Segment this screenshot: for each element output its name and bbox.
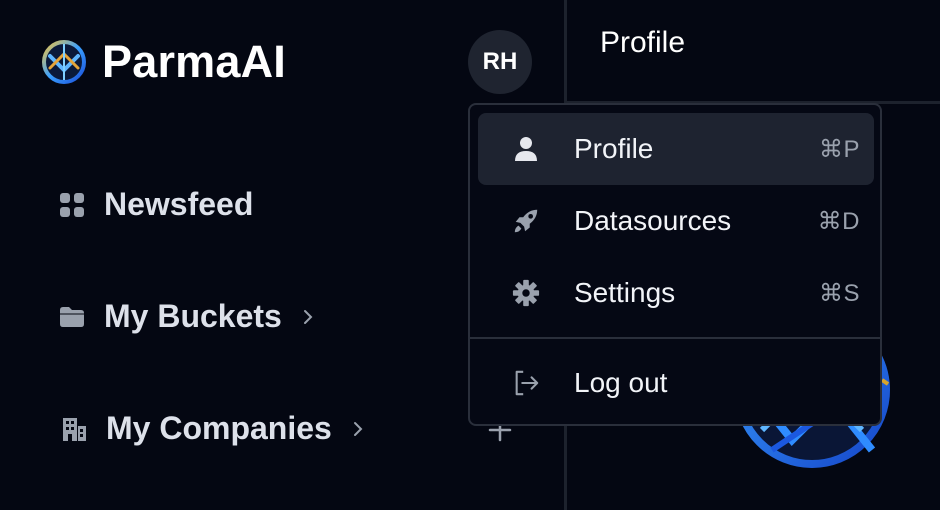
sidebar-item-label: Newsfeed [104, 186, 254, 222]
menu-item-label: Log out [574, 367, 668, 398]
sidebar-item-my-buckets[interactable]: My Buckets [58, 298, 316, 335]
menu-item-label: Profile [574, 133, 654, 164]
page-title: Profile [600, 26, 686, 59]
shortcut-hint: ⌘P [818, 135, 860, 163]
chevron-right-icon[interactable] [300, 309, 316, 325]
brand[interactable]: ParmaAI [40, 36, 286, 88]
building-icon [63, 417, 86, 441]
menu-item-settings[interactable]: Settings ⌘S [478, 257, 874, 329]
menu-divider [470, 337, 880, 339]
shortcut-hint: ⌘D [817, 207, 860, 235]
chevron-right-icon[interactable] [350, 421, 366, 437]
menu-item-datasources[interactable]: Datasources ⌘D [478, 185, 874, 257]
sidebar-item-newsfeed[interactable]: Newsfeed [58, 186, 253, 223]
grid-icon [60, 192, 84, 217]
user-icon [512, 135, 540, 163]
menu-item-label: Datasources [574, 205, 732, 236]
shortcut-hint: ⌘S [818, 279, 860, 307]
sidebar-item-label: My Companies [106, 410, 332, 446]
rocket-icon [512, 207, 540, 235]
parma-logo-icon [42, 40, 86, 84]
avatar[interactable]: RH [468, 30, 532, 94]
sidebar-item-label: My Buckets [104, 298, 282, 334]
sidebar-item-my-companies[interactable]: My Companies [58, 410, 366, 447]
menu-item-label: Settings [574, 277, 676, 308]
menu-item-logout[interactable]: Log out [478, 347, 874, 419]
user-menu: Profile ⌘P Datasources ⌘D Settings ⌘S Lo… [468, 103, 882, 426]
gear-icon [512, 279, 540, 307]
menu-item-profile[interactable]: Profile ⌘P [478, 113, 874, 185]
logout-icon [512, 369, 540, 397]
brand-name: ParmaAI [102, 36, 286, 87]
folder-icon [60, 306, 84, 327]
